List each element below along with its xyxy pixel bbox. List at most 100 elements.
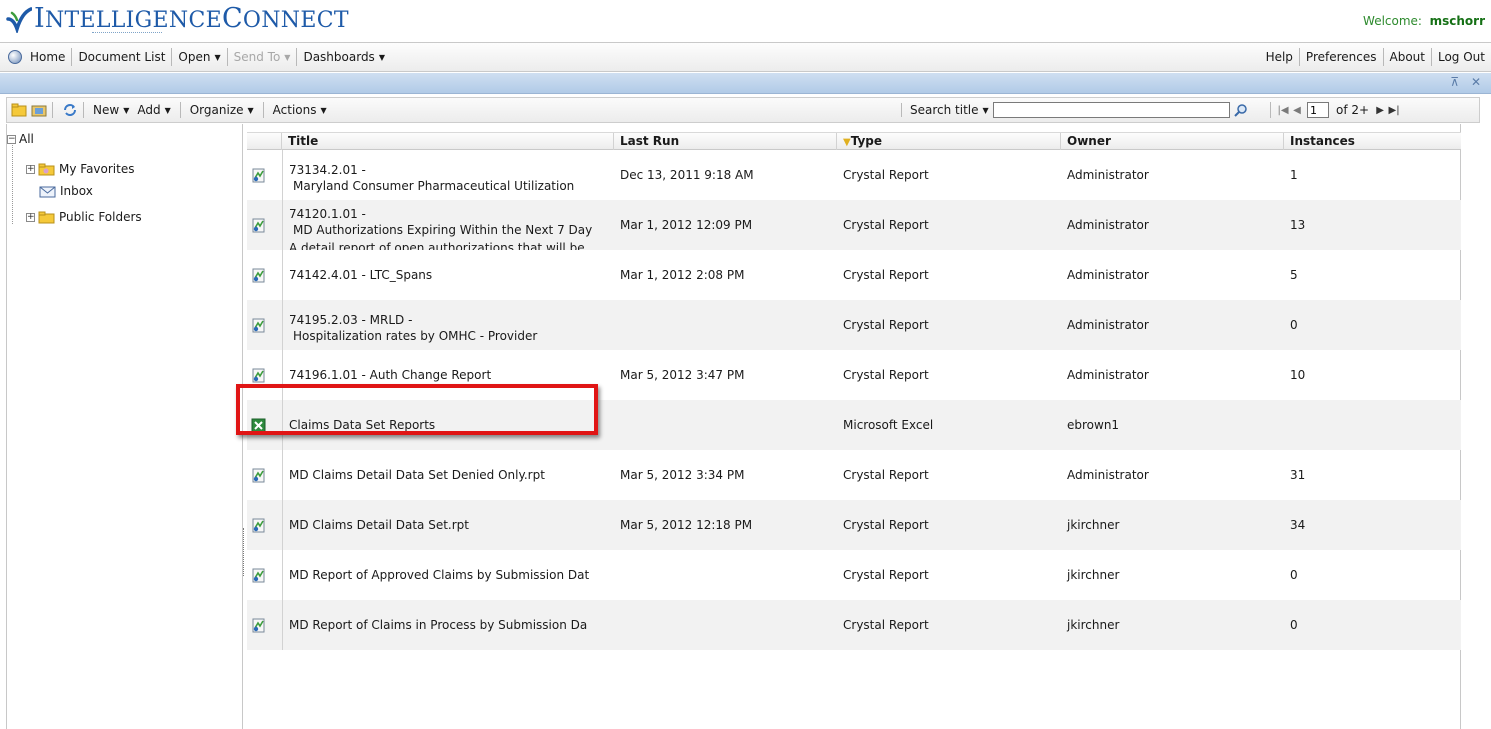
type-cell: Crystal Report bbox=[843, 568, 929, 582]
search-mode-dropdown[interactable]: Search title ▼ bbox=[901, 103, 993, 117]
new-menu[interactable]: New ▼ bbox=[89, 103, 133, 117]
crystal-report-icon[interactable] bbox=[247, 350, 282, 400]
report-title[interactable]: Claims Data Set Reports bbox=[289, 418, 435, 432]
instances-cell: 31 bbox=[1290, 468, 1306, 482]
type-cell: Crystal Report bbox=[843, 268, 929, 282]
table-row[interactable]: 74195.2.03 - MRLD - Hospitalization rates… bbox=[247, 300, 1461, 350]
table-row[interactable]: Claims Data Set Reports Microsoft Excel eb… bbox=[247, 400, 1461, 450]
title-cell[interactable]: Claims Data Set Reports bbox=[282, 400, 614, 450]
report-title[interactable]: MD Report of Claims in Process by Submis… bbox=[289, 618, 587, 632]
preferences-link[interactable]: Preferences bbox=[1300, 48, 1384, 66]
report-title[interactable]: 74196.1.01 - Auth Change Report bbox=[289, 368, 491, 382]
column-header-last-run[interactable]: Last Run bbox=[614, 133, 837, 150]
column-header-instances[interactable]: Instances bbox=[1284, 133, 1461, 150]
report-title[interactable]: 73134.2.01 - bbox=[289, 162, 614, 178]
tree-node-public-folders[interactable]: + Public Folders bbox=[26, 208, 142, 226]
title-cell[interactable]: MD Report of Approved Claims by Submissi… bbox=[282, 550, 614, 600]
home-icon[interactable] bbox=[8, 50, 22, 64]
tree-node-my-favorites[interactable]: + My Favorites bbox=[26, 160, 134, 178]
table-row[interactable]: MD Report of Approved Claims by Submissi… bbox=[247, 550, 1461, 600]
crystal-report-icon[interactable] bbox=[247, 500, 282, 550]
folder-view-icon[interactable] bbox=[11, 103, 27, 117]
search-input[interactable] bbox=[992, 102, 1230, 118]
current-username: mschorr bbox=[1429, 14, 1485, 28]
add-menu[interactable]: Add ▼ bbox=[133, 103, 174, 117]
excel-icon[interactable] bbox=[247, 400, 282, 450]
crystal-report-icon[interactable] bbox=[247, 450, 282, 500]
type-cell: Crystal Report bbox=[843, 218, 929, 232]
table-row[interactable]: MD Claims Detail Data Set Denied Only.rp… bbox=[247, 450, 1461, 500]
last-page-icon[interactable]: ▶| bbox=[1387, 105, 1401, 116]
logout-link[interactable]: Log Out bbox=[1432, 48, 1491, 66]
crystal-report-icon[interactable] bbox=[247, 250, 282, 300]
panel-window-controls[interactable]: ⊼ ✕ bbox=[1450, 75, 1485, 89]
column-header-type[interactable]: ▼Type bbox=[837, 133, 1061, 150]
owner-cell: jkirchner bbox=[1067, 518, 1120, 532]
crystal-report-icon[interactable] bbox=[247, 550, 282, 600]
crystal-report-icon[interactable] bbox=[247, 200, 282, 250]
expand-icon[interactable]: + bbox=[26, 164, 35, 174]
logo-checkmark-icon bbox=[6, 7, 32, 33]
instances-cell: 0 bbox=[1290, 618, 1298, 632]
category-view-icon[interactable] bbox=[31, 103, 47, 117]
expand-icon[interactable]: + bbox=[26, 212, 35, 222]
crystal-report-icon[interactable] bbox=[247, 600, 282, 650]
column-header-title[interactable]: Title bbox=[282, 133, 614, 150]
title-cell[interactable]: 74196.1.01 - Auth Change Report bbox=[282, 350, 614, 400]
organize-menu[interactable]: Organize ▼ bbox=[186, 103, 258, 117]
next-page-icon[interactable]: ▶ bbox=[1373, 105, 1387, 116]
about-link[interactable]: About bbox=[1384, 48, 1432, 66]
previous-page-icon[interactable]: ◀ bbox=[1290, 105, 1304, 116]
title-cell[interactable]: 74142.4.01 - LTC_Spans bbox=[282, 250, 614, 300]
collapse-icon[interactable]: − bbox=[7, 134, 16, 144]
column-header-owner[interactable]: Owner bbox=[1061, 133, 1284, 150]
help-link[interactable]: Help bbox=[1260, 48, 1300, 66]
page-number-input[interactable] bbox=[1307, 102, 1329, 118]
dashboards-menu[interactable]: Dashboards ▼ bbox=[297, 48, 391, 66]
crystal-report-icon[interactable] bbox=[247, 300, 282, 350]
title-cell[interactable]: MD Report of Claims in Process by Submis… bbox=[282, 600, 614, 650]
refresh-icon[interactable] bbox=[62, 103, 78, 117]
actions-menu[interactable]: Actions ▼ bbox=[269, 103, 331, 117]
report-title[interactable]: MD Claims Detail Data Set.rpt bbox=[289, 518, 469, 532]
owner-cell: Administrator bbox=[1067, 168, 1149, 182]
title-cell[interactable]: MD Claims Detail Data Set Denied Only.rp… bbox=[282, 450, 614, 500]
table-row[interactable]: 74196.1.01 - Auth Change Report Mar 5, 20… bbox=[247, 350, 1461, 400]
report-title[interactable]: 74142.4.01 - LTC_Spans bbox=[289, 268, 432, 282]
last-run-cell: Dec 13, 2011 9:18 AM bbox=[620, 168, 754, 182]
report-title[interactable]: 74120.1.01 - bbox=[289, 206, 614, 222]
open-menu[interactable]: Open ▼ bbox=[172, 48, 228, 66]
table-row[interactable]: MD Claims Detail Data Set.rpt Mar 5, 2012… bbox=[247, 500, 1461, 550]
title-cell[interactable]: MD Claims Detail Data Set.rpt bbox=[282, 500, 614, 550]
search-icon[interactable] bbox=[1233, 103, 1248, 117]
owner-cell: ebrown1 bbox=[1067, 418, 1120, 432]
first-page-icon[interactable]: |◀ bbox=[1276, 105, 1290, 116]
table-row[interactable]: 74142.4.01 - LTC_Spans Mar 1, 2012 2:08 P… bbox=[247, 250, 1461, 300]
table-row[interactable]: 74120.1.01 - MD Authorizations Expiring W… bbox=[247, 200, 1461, 250]
type-cell: Crystal Report bbox=[843, 368, 929, 382]
report-title[interactable]: MD Report of Approved Claims by Submissi… bbox=[289, 568, 589, 582]
favorites-folder-icon bbox=[38, 163, 55, 175]
home-link[interactable]: Home bbox=[24, 48, 73, 66]
report-title[interactable]: MD Claims Detail Data Set Denied Only.rp… bbox=[289, 468, 545, 482]
report-title[interactable]: 74195.2.03 - MRLD - bbox=[289, 312, 614, 328]
instances-cell: 34 bbox=[1290, 518, 1306, 532]
send-to-menu[interactable]: Send To ▼ bbox=[228, 48, 298, 66]
crystal-report-icon[interactable] bbox=[247, 150, 282, 200]
tree-node-all[interactable]: − All bbox=[7, 130, 34, 148]
owner-cell: jkirchner bbox=[1067, 618, 1120, 632]
chevron-down-icon: ▼ bbox=[982, 106, 989, 115]
filter-icon[interactable]: ▼ bbox=[843, 137, 851, 148]
title-cell[interactable]: 74195.2.03 - MRLD - Hospitalization rates… bbox=[282, 300, 614, 350]
table-row[interactable]: 73134.2.01 - Maryland Consumer Pharmaceut… bbox=[247, 150, 1461, 200]
table-row[interactable]: MD Report of Claims in Process by Submis… bbox=[247, 600, 1461, 650]
document-list-link[interactable]: Document List bbox=[72, 48, 173, 66]
title-cell[interactable]: 74120.1.01 - MD Authorizations Expiring W… bbox=[282, 200, 614, 250]
title-cell[interactable]: 73134.2.01 - Maryland Consumer Pharmaceut… bbox=[282, 150, 614, 200]
toolbar-separator bbox=[1270, 102, 1271, 118]
tree-node-inbox[interactable]: Inbox bbox=[39, 182, 93, 200]
type-cell: Crystal Report bbox=[843, 468, 929, 482]
instances-cell: 1 bbox=[1290, 168, 1298, 182]
last-run-cell bbox=[614, 300, 837, 350]
splitter-grip[interactable] bbox=[243, 528, 246, 576]
